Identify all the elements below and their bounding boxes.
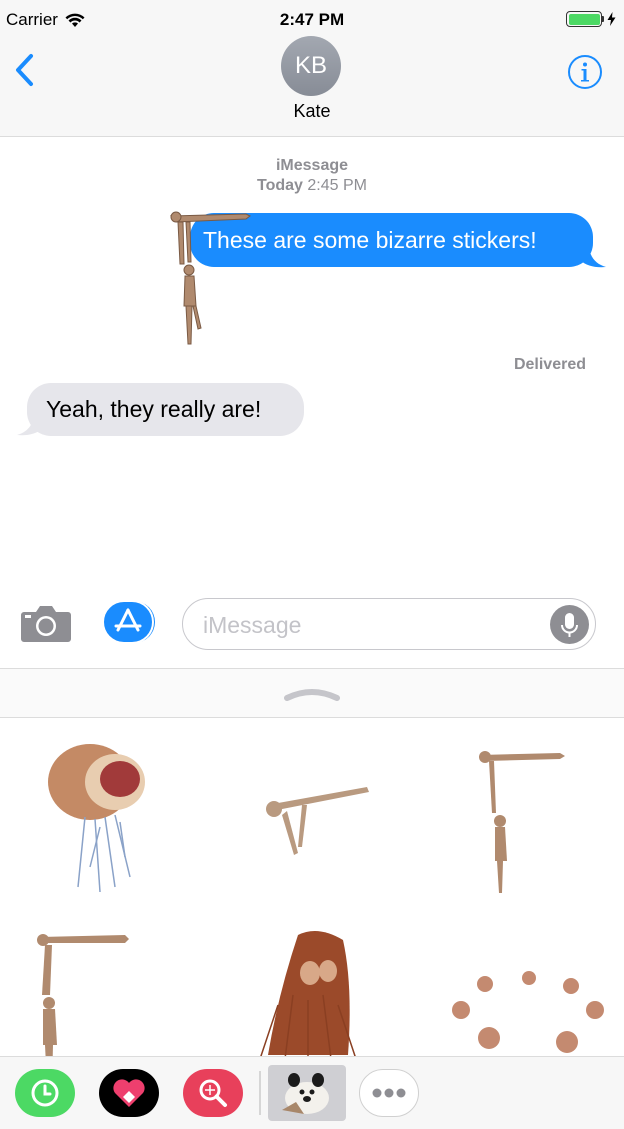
placed-hanging-figures-sticker[interactable] xyxy=(166,204,256,352)
info-icon[interactable] xyxy=(567,54,603,90)
dictation-button[interactable] xyxy=(550,605,589,644)
app-strip xyxy=(0,1056,624,1129)
timestamp-day: Today xyxy=(257,177,303,194)
message-timestamp: Today 2:45 PM xyxy=(0,177,624,195)
expand-drawer-handle-icon[interactable] xyxy=(284,684,340,702)
camera-icon[interactable] xyxy=(20,603,72,643)
message-input-placeholder: iMessage xyxy=(203,612,302,638)
heart-app-icon xyxy=(113,1079,145,1107)
status-bar: Carrier 2:47 PM xyxy=(0,0,624,40)
sticker-pack-icon xyxy=(282,1073,329,1114)
hanging-figures-sticker[interactable] xyxy=(445,743,605,903)
recents-app-button[interactable] xyxy=(15,1069,75,1117)
more-apps-button[interactable] xyxy=(359,1069,419,1117)
heart-app-button[interactable] xyxy=(99,1069,159,1117)
status-time: 2:47 PM xyxy=(279,10,345,29)
search-app-button[interactable] xyxy=(183,1069,243,1117)
contact-avatar[interactable]: KB xyxy=(281,36,341,96)
contact-name[interactable]: Kate xyxy=(0,101,624,122)
service-name: iMessage xyxy=(275,157,349,174)
microphone-icon xyxy=(561,613,578,637)
back-chevron-icon[interactable] xyxy=(12,52,42,88)
timestamp-time: 2:45 PM xyxy=(307,177,367,194)
app-strip-divider xyxy=(259,1071,261,1115)
service-label: iMessage xyxy=(0,157,624,175)
recents-icon xyxy=(31,1079,59,1107)
message-input[interactable]: iMessage xyxy=(182,598,596,650)
charging-bolt-icon xyxy=(607,12,616,26)
floating-figure-sticker[interactable] xyxy=(232,745,392,905)
incoming-message-text: Yeah, they really are! xyxy=(46,396,262,422)
conversation-header: Carrier 2:47 PM KB Kate xyxy=(0,0,624,137)
more-icon xyxy=(372,1088,406,1098)
search-app-icon xyxy=(199,1079,227,1107)
app-store-icon[interactable] xyxy=(103,600,157,644)
incoming-message-bubble[interactable]: Yeah, they really are! xyxy=(27,383,304,436)
sticker-pack-app-button[interactable] xyxy=(268,1065,346,1121)
cut-head-sticker[interactable] xyxy=(30,737,190,897)
delivery-status: Delivered xyxy=(513,356,586,373)
battery-icon xyxy=(566,11,616,27)
avatar-initials: KB xyxy=(294,52,327,79)
